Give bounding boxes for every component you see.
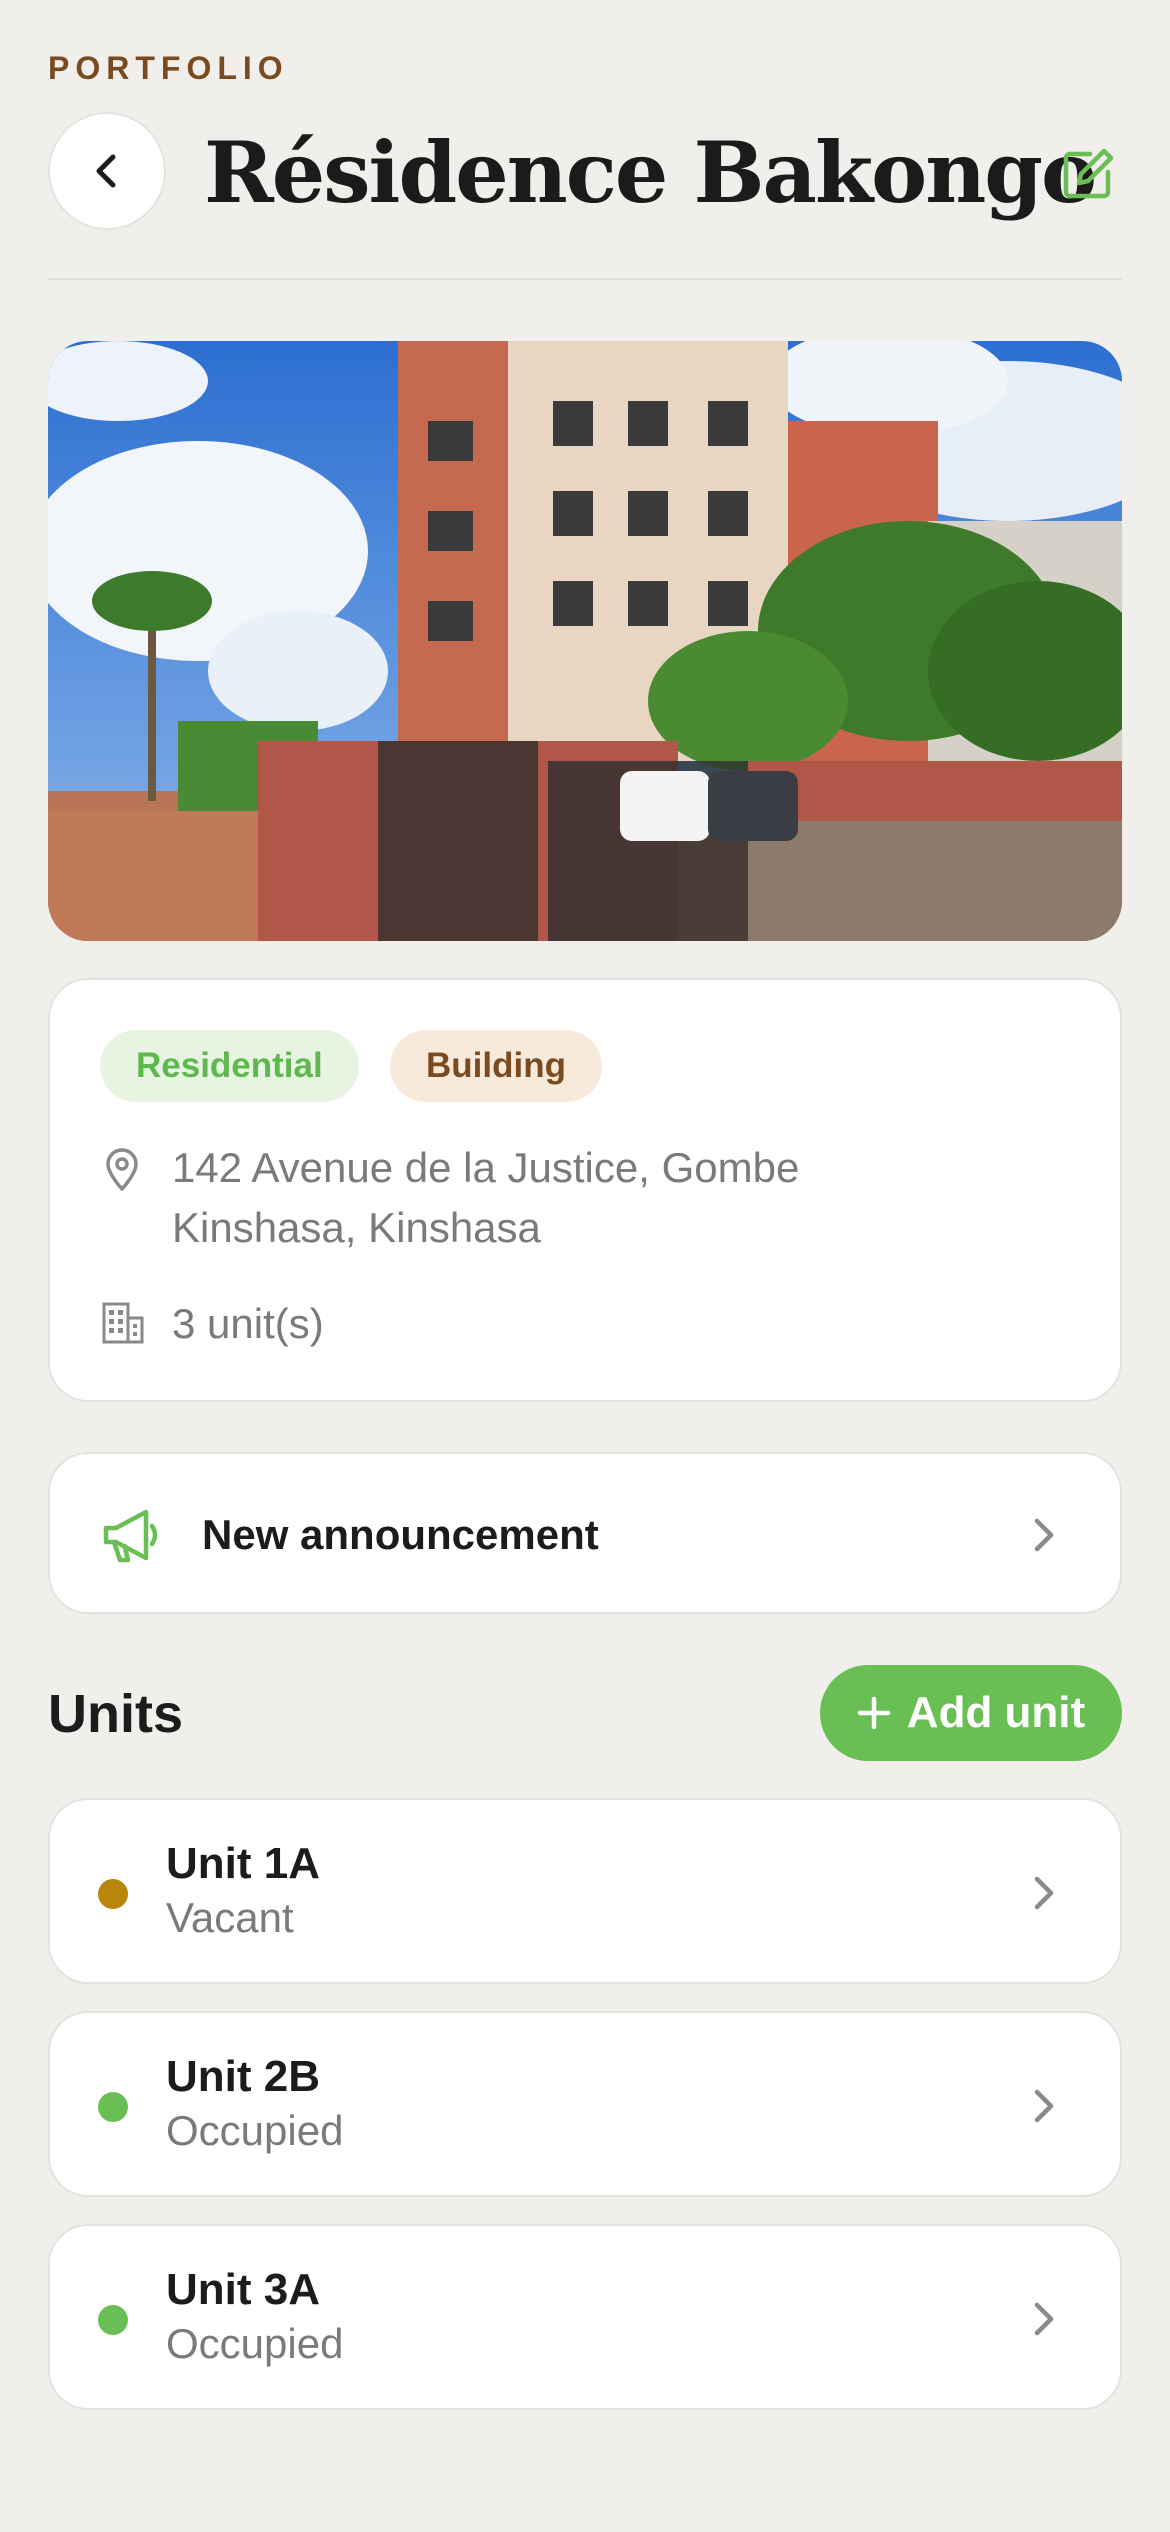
property-photo <box>48 341 1122 941</box>
tag-residential: Residential <box>100 1030 359 1102</box>
status-dot <box>98 2305 128 2335</box>
address-line-1: 142 Avenue de la Justice, Gombe <box>172 1144 800 1191</box>
section-eyebrow: PORTFOLIO <box>48 50 289 86</box>
chevron-right-icon <box>1034 2089 1054 2123</box>
chevron-right-icon <box>1034 2302 1054 2336</box>
units-heading: Units <box>48 1684 183 1744</box>
address-line-2: Kinshasa, Kinshasa <box>172 1204 541 1251</box>
unit-row[interactable]: Unit 3A Occupied <box>48 2224 1122 2410</box>
add-unit-button[interactable]: Add unit <box>820 1665 1122 1761</box>
edit-button[interactable] <box>1056 142 1120 206</box>
unit-name: Unit 1A <box>166 1839 320 1888</box>
property-address: 142 Avenue de la Justice, Gombe Kinshasa… <box>172 1138 799 1258</box>
property-info-card: Residential Building 142 Avenue de la Ju… <box>48 978 1122 1402</box>
edit-icon <box>1063 148 1114 199</box>
announcement-label: New announcement <box>202 1511 599 1558</box>
unit-status: Occupied <box>166 2107 344 2154</box>
unit-status: Occupied <box>166 2320 344 2367</box>
chevron-right-icon <box>1034 1876 1054 1910</box>
building-icon <box>102 1302 144 1344</box>
header-divider <box>48 278 1122 280</box>
header: PORTFOLIO Résidence Bakongo <box>0 0 1170 282</box>
location-pin-icon <box>106 1148 138 1191</box>
chevron-left-icon <box>96 154 116 188</box>
chevron-right-icon <box>1034 1518 1054 1552</box>
megaphone-icon <box>103 1509 158 1563</box>
unit-name: Unit 2B <box>166 2052 320 2101</box>
add-unit-label: Add unit <box>906 1688 1086 1737</box>
plus-icon <box>857 1696 891 1730</box>
page-title: Résidence Bakongo <box>204 123 1097 222</box>
status-dot <box>98 2092 128 2122</box>
back-button[interactable] <box>48 112 166 230</box>
unit-count: 3 unit(s) <box>172 1300 324 1347</box>
unit-row[interactable]: Unit 1A Vacant <box>48 1798 1122 1984</box>
status-dot <box>98 1879 128 1909</box>
new-announcement-button[interactable]: New announcement <box>48 1452 1122 1614</box>
unit-row[interactable]: Unit 2B Occupied <box>48 2011 1122 2197</box>
unit-name: Unit 3A <box>166 2265 320 2314</box>
unit-status: Vacant <box>166 1894 294 1941</box>
tag-building: Building <box>390 1030 602 1102</box>
